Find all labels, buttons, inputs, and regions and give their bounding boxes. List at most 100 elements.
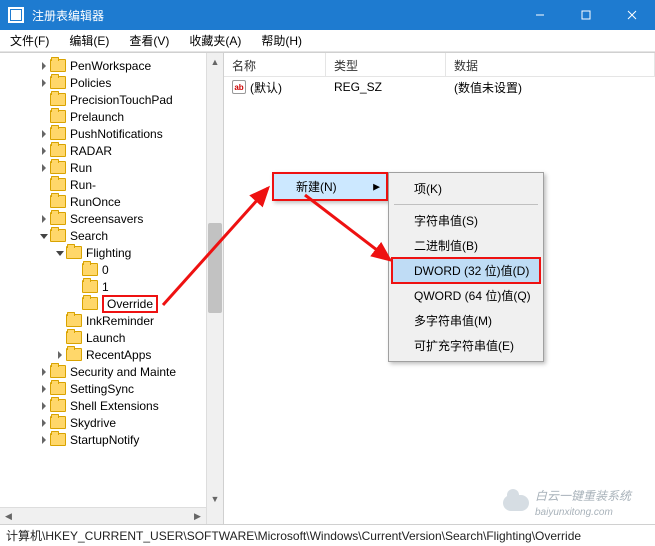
menu-favorites[interactable]: 收藏夹(A) <box>185 30 245 51</box>
folder-icon <box>50 127 66 140</box>
menu-new-string[interactable]: 字符串值(S) <box>392 208 540 233</box>
tree-node[interactable]: Override <box>2 295 223 312</box>
expand-icon[interactable] <box>38 366 50 378</box>
scroll-thumb[interactable] <box>208 223 222 313</box>
folder-icon <box>50 365 66 378</box>
expand-icon[interactable] <box>38 60 50 72</box>
expand-icon[interactable] <box>38 417 50 429</box>
folder-icon <box>50 212 66 225</box>
tree-node-label: Skydrive <box>70 416 116 430</box>
folder-icon <box>50 144 66 157</box>
tree-node[interactable]: Policies <box>2 74 223 91</box>
tree-node[interactable]: StartupNotify <box>2 431 223 448</box>
folder-icon <box>50 433 66 446</box>
maximize-button[interactable] <box>563 0 609 30</box>
tree-node-label: Prelaunch <box>70 110 124 124</box>
menu-file[interactable]: 文件(F) <box>6 30 53 51</box>
folder-icon <box>66 348 82 361</box>
menu-new-expandstring[interactable]: 可扩充字符串值(E) <box>392 333 540 358</box>
tree-node[interactable]: SettingSync <box>2 380 223 397</box>
tree-scrollbar-horizontal[interactable]: ◀ ▶ <box>0 507 206 524</box>
menu-new[interactable]: 新建(N) ▶ <box>274 174 386 199</box>
app-icon <box>8 7 24 23</box>
menu-view[interactable]: 查看(V) <box>125 30 173 51</box>
expand-icon[interactable] <box>38 128 50 140</box>
folder-icon <box>82 297 98 310</box>
menu-new-binary[interactable]: 二进制值(B) <box>392 233 540 258</box>
tree-node[interactable]: RecentApps <box>2 346 223 363</box>
close-button[interactable] <box>609 0 655 30</box>
folder-icon <box>82 263 98 276</box>
tree-node[interactable]: RunOnce <box>2 193 223 210</box>
scroll-up-icon[interactable]: ▲ <box>207 53 223 70</box>
expand-icon[interactable] <box>38 434 50 446</box>
tree-node-label: Run- <box>70 178 96 192</box>
menu-new-multistring[interactable]: 多字符串值(M) <box>392 308 540 333</box>
tree-node-label: Shell Extensions <box>70 399 159 413</box>
tree-node-label: InkReminder <box>86 314 154 328</box>
scroll-right-icon[interactable]: ▶ <box>189 508 206 524</box>
tree-node[interactable]: RADAR <box>2 142 223 159</box>
folder-icon <box>50 178 66 191</box>
tree-node-label: 0 <box>102 263 109 277</box>
no-expand-icon <box>70 298 82 310</box>
tree-node[interactable]: Search <box>2 227 223 244</box>
window-title: 注册表编辑器 <box>32 7 517 24</box>
folder-icon <box>50 93 66 106</box>
tree-node[interactable]: Run <box>2 159 223 176</box>
tree-node[interactable]: Prelaunch <box>2 108 223 125</box>
minimize-button[interactable] <box>517 0 563 30</box>
tree-node[interactable]: PrecisionTouchPad <box>2 91 223 108</box>
col-data[interactable]: 数据 <box>446 53 655 76</box>
tree-node[interactable]: PenWorkspace <box>2 57 223 74</box>
tree-scroll-area[interactable]: PenWorkspacePoliciesPrecisionTouchPad Pre… <box>0 53 223 452</box>
tree-node[interactable]: PushNotifications <box>2 125 223 142</box>
tree-node-label: 1 <box>102 280 109 294</box>
window-buttons <box>517 0 655 30</box>
workspace: PenWorkspacePoliciesPrecisionTouchPad Pre… <box>0 52 655 524</box>
menu-edit[interactable]: 编辑(E) <box>65 30 113 51</box>
menu-help[interactable]: 帮助(H) <box>257 30 306 51</box>
expand-icon[interactable] <box>38 213 50 225</box>
col-type[interactable]: 类型 <box>326 53 446 76</box>
collapse-icon[interactable] <box>54 247 66 259</box>
registry-tree: PenWorkspacePoliciesPrecisionTouchPad Pre… <box>0 53 224 524</box>
no-expand-icon <box>70 281 82 293</box>
tree-node[interactable]: InkReminder <box>2 312 223 329</box>
tree-node[interactable]: Run- <box>2 176 223 193</box>
no-expand-icon <box>38 179 50 191</box>
no-expand-icon <box>38 94 50 106</box>
menu-new-label: 新建(N) <box>296 180 337 194</box>
tree-node[interactable]: Flighting <box>2 244 223 261</box>
tree-node[interactable]: Screensavers <box>2 210 223 227</box>
folder-icon <box>50 110 66 123</box>
expand-icon[interactable] <box>38 145 50 157</box>
value-row[interactable]: ab (默认) REG_SZ (数值未设置) <box>224 77 655 97</box>
scroll-left-icon[interactable]: ◀ <box>0 508 17 524</box>
tree-node-label: Launch <box>86 331 125 345</box>
folder-icon <box>66 331 82 344</box>
folder-icon <box>66 314 82 327</box>
tree-scrollbar-vertical[interactable]: ▲ ▼ <box>206 53 223 524</box>
tree-node[interactable]: Skydrive <box>2 414 223 431</box>
tree-node[interactable]: 1 <box>2 278 223 295</box>
context-menu-new: 新建(N) ▶ <box>272 172 388 201</box>
tree-node[interactable]: Launch <box>2 329 223 346</box>
folder-icon <box>50 59 66 72</box>
expand-icon[interactable] <box>38 383 50 395</box>
expand-icon[interactable] <box>38 400 50 412</box>
expand-icon[interactable] <box>54 349 66 361</box>
menu-new-dword[interactable]: DWORD (32 位)值(D) <box>392 258 540 283</box>
expand-icon[interactable] <box>38 162 50 174</box>
col-name[interactable]: 名称 <box>224 53 326 76</box>
menu-new-qword[interactable]: QWORD (64 位)值(Q) <box>392 283 540 308</box>
tree-node-label: StartupNotify <box>70 433 139 447</box>
tree-node[interactable]: Shell Extensions <box>2 397 223 414</box>
tree-node-label: Search <box>70 229 108 243</box>
tree-node[interactable]: 0 <box>2 261 223 278</box>
expand-icon[interactable] <box>38 77 50 89</box>
scroll-down-icon[interactable]: ▼ <box>207 490 223 507</box>
menu-new-key[interactable]: 项(K) <box>392 176 540 201</box>
collapse-icon[interactable] <box>38 230 50 242</box>
tree-node[interactable]: Security and Mainte <box>2 363 223 380</box>
